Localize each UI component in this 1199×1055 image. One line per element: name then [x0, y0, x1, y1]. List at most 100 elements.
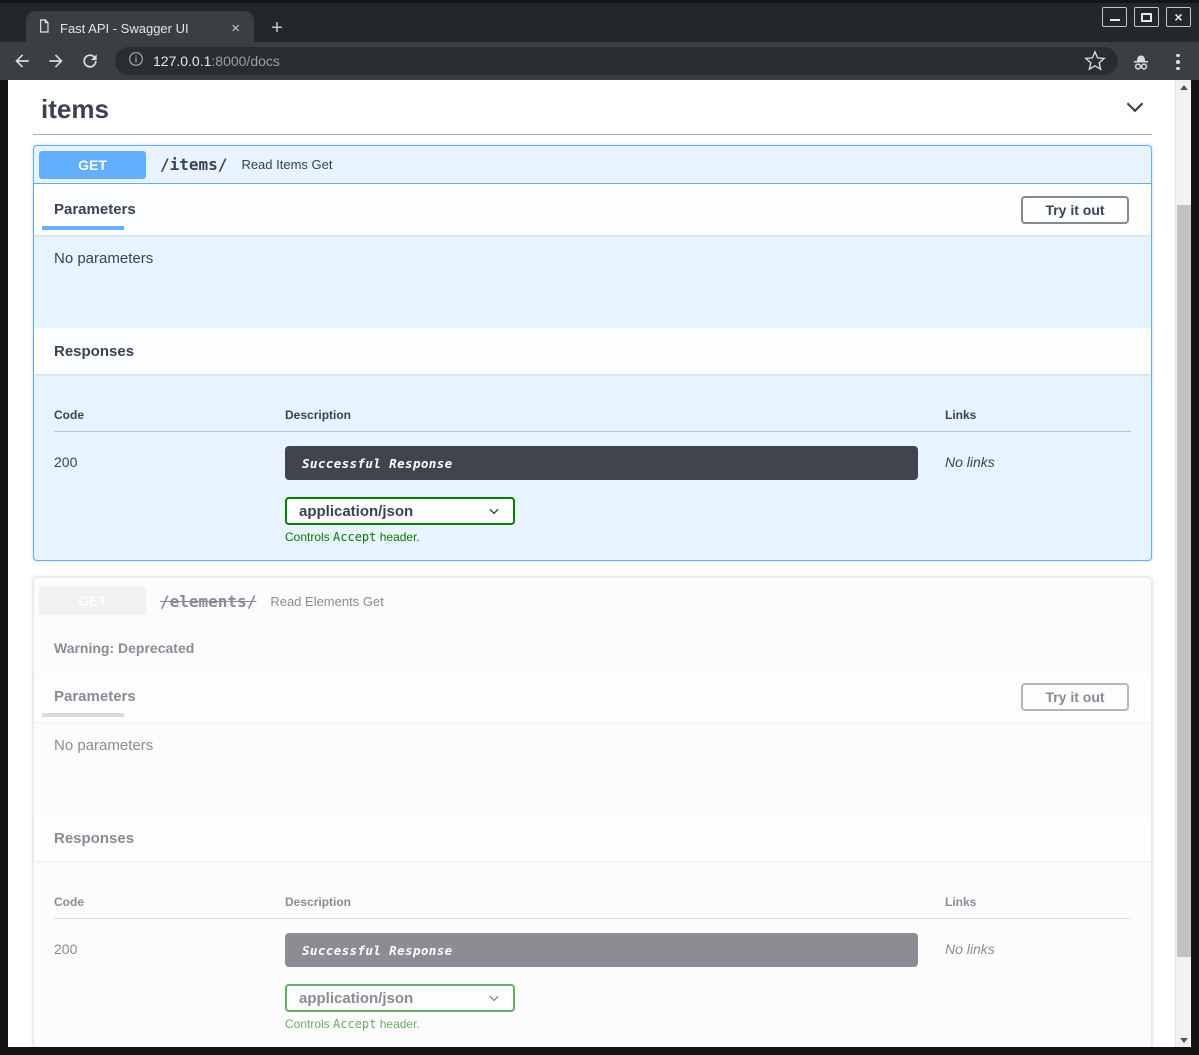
no-parameters-text: No parameters — [54, 250, 153, 267]
section-title[interactable]: items — [41, 94, 109, 125]
accept-header-note: Controls Accept header. — [285, 530, 945, 544]
url-path: :8000/docs — [211, 53, 280, 69]
maximize-icon — [1141, 13, 1152, 22]
column-links: Links — [945, 408, 1131, 422]
accept-note-mono: Accept — [333, 530, 376, 544]
response-row-200: 200 Successful Response application/json… — [54, 446, 1131, 544]
operation-summary[interactable]: GET /elements/ Read Elements Get — [34, 578, 1151, 624]
minimize-button[interactable] — [1102, 7, 1127, 27]
page-content: items GET /items/ Read Items Get Paramet… — [8, 80, 1175, 1047]
column-code: Code — [54, 408, 285, 422]
response-code: 200 — [54, 446, 285, 470]
responses-title: Responses — [54, 343, 134, 360]
scroll-down-button[interactable] — [1176, 1033, 1192, 1047]
maximize-button[interactable] — [1134, 7, 1159, 27]
tag-section-header[interactable]: items — [33, 90, 1152, 125]
forward-button[interactable] — [44, 49, 68, 73]
media-type-value: application/json — [299, 990, 413, 1007]
vertical-scrollbar[interactable] — [1175, 80, 1191, 1047]
new-tab-button[interactable]: + — [264, 15, 290, 41]
site-info-icon[interactable] — [127, 50, 145, 73]
column-code: Code — [54, 895, 285, 909]
no-parameters-text: No parameters — [54, 737, 153, 754]
active-tab-underline — [42, 713, 124, 717]
responses-table-header: Code Description Links — [54, 895, 1131, 909]
back-button[interactable] — [10, 49, 34, 73]
operation-path: /items/ — [160, 155, 227, 174]
table-divider — [54, 918, 1131, 919]
browser-menu-button[interactable] — [1166, 50, 1190, 74]
response-description-box: Successful Response — [285, 933, 918, 967]
parameters-body: No parameters — [34, 722, 1151, 816]
response-description-text: Successful Response — [302, 456, 453, 471]
media-type-value: application/json — [299, 503, 413, 520]
close-icon: × — [1174, 10, 1182, 24]
triangle-down-icon — [1180, 1038, 1188, 1043]
close-button[interactable]: × — [1166, 7, 1191, 27]
incognito-icon — [1129, 50, 1153, 74]
deprecated-warning-row: Warning: Deprecated — [34, 624, 1151, 671]
window-controls: × — [1102, 7, 1191, 27]
parameters-body: No parameters — [34, 235, 1151, 328]
active-tab-underline — [42, 226, 124, 230]
opblock-get-items: GET /items/ Read Items Get Parameters Tr… — [33, 145, 1152, 561]
responses-body: Code Description Links 200 Successful Re… — [34, 374, 1151, 560]
responses-body: Code Description Links 200 Successful Re… — [34, 861, 1151, 1047]
reload-button[interactable] — [78, 49, 102, 73]
tab-parameters[interactable]: Parameters — [54, 688, 136, 705]
media-type-select[interactable]: application/json — [285, 497, 515, 525]
three-dots-icon — [1166, 50, 1190, 74]
operation-summary[interactable]: GET /items/ Read Items Get — [34, 146, 1151, 184]
method-badge: GET — [39, 151, 146, 179]
accept-note-suffix: header. — [376, 530, 419, 544]
url-text: 127.0.0.1:8000/docs — [153, 53, 280, 69]
opblock-get-elements-deprecated: GET /elements/ Read Elements Get Warning… — [33, 577, 1152, 1047]
accept-header-note: Controls Accept header. — [285, 1017, 945, 1031]
responses-table-header: Code Description Links — [54, 408, 1131, 422]
deprecated-warning-text: Warning: Deprecated — [54, 640, 194, 656]
table-divider — [54, 431, 1131, 432]
page-icon — [36, 18, 52, 39]
column-links: Links — [945, 895, 1131, 909]
response-links: No links — [945, 933, 1131, 957]
browser-titlebar: Fast API - Swagger UI × + × — [0, 0, 1199, 42]
section-divider — [33, 134, 1152, 135]
tab-parameters[interactable]: Parameters — [54, 201, 136, 218]
operation-path: /elements/ — [160, 592, 256, 611]
response-links: No links — [945, 446, 1131, 470]
chevron-down-icon — [487, 504, 501, 518]
column-description: Description — [285, 895, 945, 909]
accept-note-prefix: Controls — [285, 530, 333, 544]
tab-close-icon[interactable]: × — [227, 20, 244, 37]
accept-note-prefix: Controls — [285, 1017, 333, 1031]
chevron-down-icon[interactable] — [1122, 94, 1148, 125]
responses-header: Responses — [34, 816, 1151, 861]
responses-header: Responses — [34, 328, 1151, 374]
minimize-icon — [1110, 19, 1120, 21]
method-badge: GET — [39, 587, 146, 615]
operation-description: Read Elements Get — [270, 594, 383, 609]
parameters-header: Parameters Try it out — [34, 671, 1151, 722]
tab-title: Fast API - Swagger UI — [60, 21, 219, 36]
address-bar[interactable]: 127.0.0.1:8000/docs — [115, 47, 1118, 75]
scroll-up-button[interactable] — [1176, 80, 1192, 94]
responses-title: Responses — [54, 830, 134, 847]
parameters-header: Parameters Try it out — [34, 184, 1151, 235]
browser-toolbar: 127.0.0.1:8000/docs — [0, 42, 1199, 80]
accept-note-suffix: header. — [376, 1017, 419, 1031]
scrollbar-thumb[interactable] — [1177, 205, 1191, 957]
response-code: 200 — [54, 933, 285, 957]
try-it-out-button[interactable]: Try it out — [1021, 683, 1129, 711]
browser-tab[interactable]: Fast API - Swagger UI × — [26, 11, 254, 45]
response-description-box: Successful Response — [285, 446, 918, 480]
triangle-up-icon — [1180, 85, 1188, 90]
media-type-select[interactable]: application/json — [285, 984, 515, 1012]
operation-description: Read Items Get — [241, 157, 332, 172]
bookmark-star-icon[interactable] — [1084, 50, 1106, 72]
accept-note-mono: Accept — [333, 1017, 376, 1031]
response-description-cell: Successful Response application/json Con… — [285, 446, 945, 544]
url-host: 127.0.0.1 — [153, 53, 211, 69]
column-description: Description — [285, 408, 945, 422]
response-row-200: 200 Successful Response application/json… — [54, 933, 1131, 1031]
try-it-out-button[interactable]: Try it out — [1021, 196, 1129, 224]
